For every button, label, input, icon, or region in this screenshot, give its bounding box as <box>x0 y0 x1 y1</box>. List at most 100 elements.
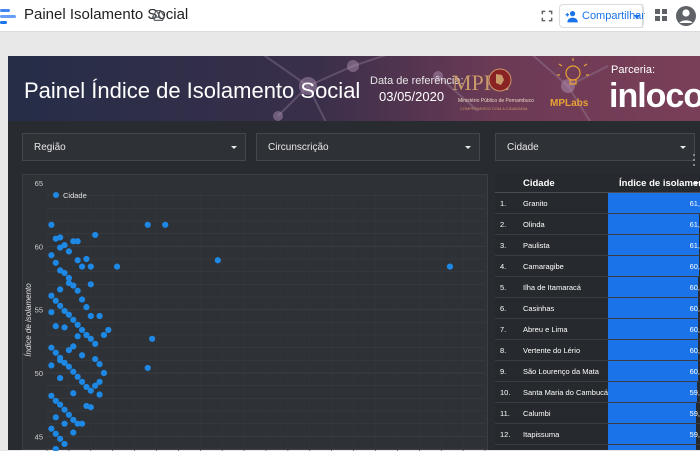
scatter-point <box>52 323 59 330</box>
scatter-point <box>96 361 103 368</box>
city-name: Camaragibe <box>523 262 564 271</box>
scatter-point <box>61 241 68 249</box>
table-row[interactable]: 4. Camaragibe 60, <box>495 256 700 277</box>
y-axis-label: Índice de isolamento <box>24 283 33 357</box>
table-row[interactable]: 2. Olinda 61, <box>495 214 700 235</box>
scatter-point <box>83 255 90 263</box>
ranking-table[interactable]: Cidade Índice de isolamento 1. Granito 61,… <box>495 174 700 450</box>
scatter-point <box>100 369 108 377</box>
mplabs-logo: MPLabs <box>550 58 589 109</box>
index-value: 59, <box>689 388 700 397</box>
scatter-point <box>74 287 81 294</box>
scatter-point <box>57 374 64 382</box>
column-header-city[interactable]: Cidade <box>523 178 555 189</box>
svg-text:MPLabs: MPLabs <box>550 98 589 109</box>
scatter-chart[interactable]: 65 60 55 50 45 Índice de isolamento Cidade <box>22 174 488 451</box>
index-value: 61, <box>689 199 700 208</box>
svg-text:COMPROMISSO COM A CIDADANIA: COMPROMISSO COM A CIDADANIA <box>460 106 528 111</box>
scatter-point <box>52 414 59 421</box>
inloco-logo: inloco <box>609 77 700 115</box>
table-row[interactable]: 1. Granito 61, <box>495 193 700 214</box>
account-avatar[interactable] <box>676 4 696 28</box>
table-row[interactable]: 11. Calumbi 59, <box>495 403 700 424</box>
report-canvas: Painel Índice de Isolamento Social Data … <box>8 56 700 451</box>
table-row[interactable]: 12. Itapissuma 59, <box>495 424 700 445</box>
table-row[interactable]: 7. Abreu e Lima 60, <box>495 319 700 340</box>
scatter-point <box>52 259 59 266</box>
scatter-point <box>48 344 55 351</box>
scatter-point <box>65 311 72 318</box>
table-row[interactable]: 9. São Lourenço da Mata 60, <box>495 361 700 382</box>
legend-marker <box>53 192 59 198</box>
scatter-point <box>48 292 55 299</box>
scatter-point <box>57 401 64 408</box>
svg-text:Ministério Público de Pernambu: Ministério Público de Pernambuco <box>458 98 534 104</box>
data-studio-logo-icon[interactable] <box>0 6 18 26</box>
scatter-point <box>52 445 59 451</box>
fullscreen-icon[interactable] <box>540 9 554 23</box>
scatter-point <box>214 257 221 264</box>
scatter-point <box>149 335 156 342</box>
y-tick-label: 45 <box>35 432 43 441</box>
city-name: Granito <box>523 199 548 208</box>
chevron-down-icon <box>680 146 686 149</box>
index-value: 60, <box>689 283 700 292</box>
scatter-point <box>92 231 99 239</box>
index-value: 60, <box>689 367 700 376</box>
scatter-point <box>57 435 64 442</box>
scatter-point <box>52 430 59 437</box>
scatter-point <box>65 347 72 354</box>
table-row[interactable]: 13. <box>495 445 700 450</box>
city-filter-dropdown[interactable]: Cidade <box>495 133 695 161</box>
scatter-point <box>100 331 108 339</box>
more-options-icon[interactable] <box>692 154 696 168</box>
y-tick-label: 50 <box>35 369 43 378</box>
scatter-point <box>48 392 55 399</box>
scatter-point <box>446 263 454 270</box>
region-filter-dropdown[interactable]: Região <box>22 133 246 161</box>
row-number: 12. <box>500 430 511 439</box>
y-tick-label: 65 <box>35 179 43 188</box>
scatter-point <box>57 357 64 364</box>
scatter-point <box>48 362 55 369</box>
city-name: Paulista <box>523 241 550 250</box>
circumscription-filter-dropdown[interactable]: Circunscrição <box>256 133 480 161</box>
table-row[interactable]: 8. Vertente do Lério 60, <box>495 340 700 361</box>
sort-desc-icon[interactable] <box>693 182 699 185</box>
table-row[interactable]: 5. Ilha de Itamaracá 60, <box>495 277 700 298</box>
table-row[interactable]: 3. Paulista 61, <box>495 235 700 256</box>
scatter-point <box>74 238 81 245</box>
scatter-point <box>48 309 55 316</box>
apps-grid-icon[interactable] <box>655 9 667 21</box>
scatter-point <box>113 263 121 270</box>
scatter-point <box>65 279 72 287</box>
table-row[interactable]: 6. Casinhas 60, <box>495 298 700 319</box>
column-header-index[interactable]: Índice de isolamento <box>619 178 700 189</box>
share-dropdown-button[interactable] <box>631 4 644 28</box>
region-filter-label: Região <box>34 142 66 153</box>
row-number: 9. <box>500 367 507 376</box>
reference-date-label: Data de referência: <box>370 75 464 87</box>
drive-icon[interactable] <box>152 9 165 22</box>
dashboard-title: Painel Índice de Isolamento Social <box>24 78 361 103</box>
scatter-point <box>61 420 68 427</box>
scatter-plot-svg: 65 60 55 50 45 Índice de isolamento Cidade <box>24 179 486 451</box>
city-name: Ilha de Itamaracá <box>523 283 581 292</box>
scatter-point <box>57 286 64 293</box>
index-value: 60, <box>689 304 700 313</box>
scatter-point <box>61 324 68 331</box>
scatter-point <box>96 391 103 398</box>
scatter-point <box>144 364 151 372</box>
city-name: Abreu e Lima <box>523 325 568 334</box>
app-bar: Painel Isolamento Social Compartilhar <box>0 0 700 32</box>
scatter-point <box>92 340 99 347</box>
header-banner: Painel Índice de Isolamento Social Data … <box>8 56 700 121</box>
scatter-point <box>48 221 55 228</box>
chevron-down-icon <box>231 146 237 149</box>
row-number: 11. <box>500 409 510 418</box>
index-value: 60, <box>689 346 700 355</box>
table-row[interactable]: 10. Santa Maria do Cambucá 59, <box>495 382 700 403</box>
add-person-icon <box>565 10 578 23</box>
index-value: 59, <box>689 430 700 439</box>
scatter-point <box>105 326 112 334</box>
